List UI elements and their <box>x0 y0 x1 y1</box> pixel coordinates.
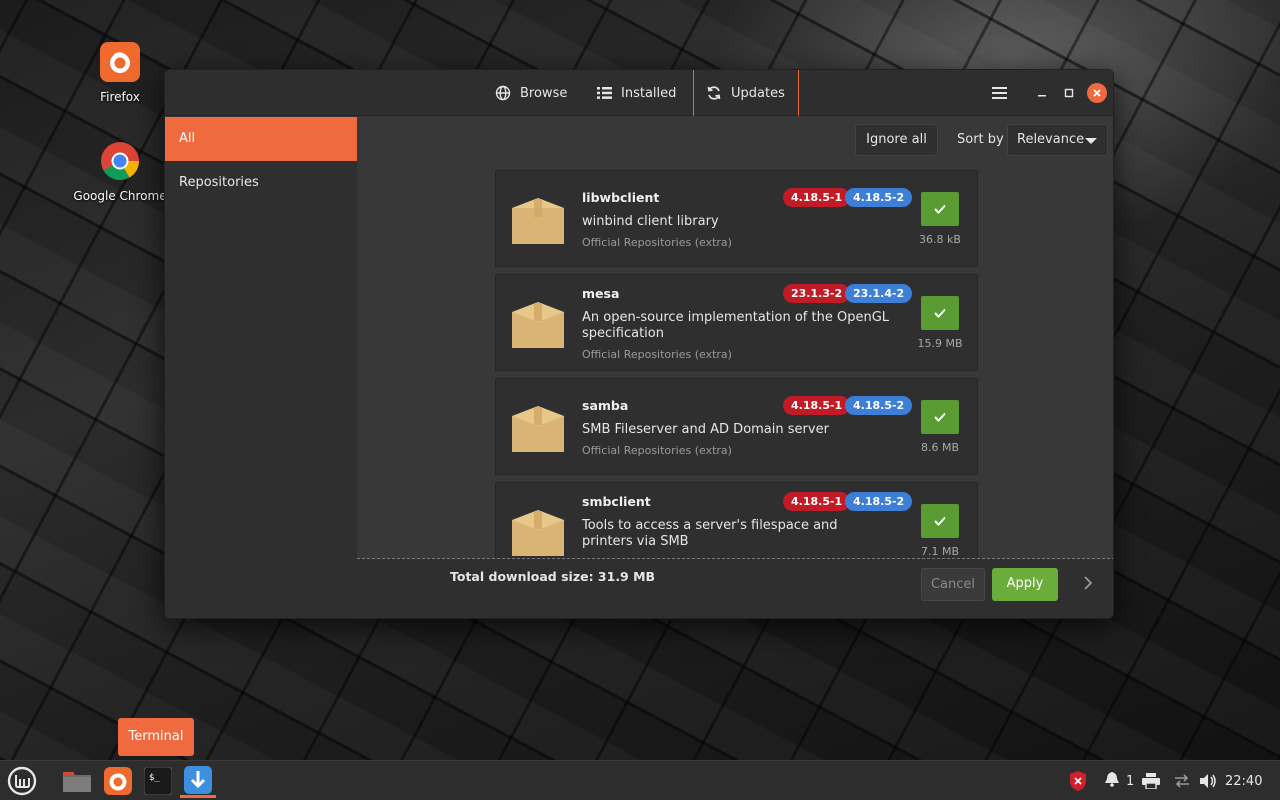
list-item[interactable]: smbclient Tools to access a server's fil… <box>495 482 978 558</box>
apply-button[interactable]: Apply <box>992 568 1058 601</box>
minimize-icon[interactable] <box>1032 83 1052 103</box>
select-checkbox[interactable] <box>921 400 959 434</box>
new-version-badge: 4.18.5-2 <box>845 396 913 415</box>
tab-updates[interactable]: Updates <box>693 70 799 116</box>
package-repo: Official Repositories (extra) <box>582 236 732 249</box>
shield-icon[interactable] <box>1068 761 1088 800</box>
checkmark-icon <box>934 516 946 526</box>
package-repo: Official Repositories (extra) <box>582 444 732 457</box>
select-checkbox[interactable] <box>921 192 959 226</box>
old-version-badge: 4.18.5-1 <box>783 396 851 415</box>
sidebar-item-repositories[interactable]: Repositories <box>165 161 357 205</box>
desktop-firefox[interactable]: Firefox <box>72 42 168 104</box>
list-item[interactable]: libwbclient winbind client library Offic… <box>495 170 978 267</box>
titlebar: Browse Installed Updates <box>165 70 1113 116</box>
select-checkbox[interactable] <box>921 296 959 330</box>
new-version-badge: 23.1.4-2 <box>845 284 913 303</box>
tab-browse-label: Browse <box>520 85 568 101</box>
tab-installed[interactable]: Installed <box>585 70 688 116</box>
close-icon[interactable] <box>1087 83 1107 103</box>
globe-icon <box>495 85 511 101</box>
bell-icon <box>1104 771 1120 791</box>
package-size: 7.1 MB <box>920 545 960 558</box>
tab-updates-label: Updates <box>731 85 785 101</box>
refresh-icon <box>706 85 722 101</box>
package-box-icon <box>512 198 564 244</box>
old-version-badge: 4.18.5-1 <box>783 188 851 207</box>
sort-by-value: Relevance <box>1017 132 1085 147</box>
package-description: SMB Fileserver and AD Domain server <box>582 422 829 437</box>
sort-by-dropdown[interactable]: Relevance <box>1007 124 1108 156</box>
firefox-icon[interactable] <box>100 764 136 798</box>
select-checkbox[interactable] <box>921 504 959 538</box>
package-size: 36.8 kB <box>919 233 961 246</box>
caret-down-icon <box>1085 138 1097 144</box>
folder-icon[interactable] <box>59 764 95 798</box>
taskbar: $_ 1 22:40 <box>0 760 1280 800</box>
total-download-size: Total download size: 31.9 MB <box>450 569 656 584</box>
new-version-badge: 4.18.5-2 <box>845 188 913 207</box>
software-manager-window: Browse Installed Updates All Repositorie… <box>164 69 1114 619</box>
desktop-icon-label: Google Chrome <box>73 189 167 203</box>
checkmark-icon <box>934 412 946 422</box>
package-name: samba <box>582 398 629 413</box>
chrome-icon <box>100 141 140 181</box>
package-size: 15.9 MB <box>917 337 963 350</box>
package-size: 8.6 MB <box>920 441 960 454</box>
checkmark-icon <box>934 308 946 318</box>
package-box-icon <box>512 302 564 348</box>
desktop-chrome[interactable]: Google Chrome <box>72 141 168 203</box>
notifications-tray[interactable]: 1 <box>1104 761 1134 800</box>
printer-icon[interactable] <box>1142 761 1160 800</box>
software-manager-icon[interactable] <box>180 764 216 798</box>
mint-menu-icon[interactable] <box>4 764 40 798</box>
list-item[interactable]: samba SMB Fileserver and AD Domain serve… <box>495 378 978 475</box>
notifications-count: 1 <box>1126 773 1135 789</box>
tab-installed-label: Installed <box>621 85 677 101</box>
sidebar-item-all[interactable]: All <box>165 117 357 161</box>
sort-by-label: Sort by <box>957 132 1004 147</box>
ignore-all-button[interactable]: Ignore all <box>855 124 938 156</box>
svg-text:$_: $_ <box>149 773 160 783</box>
tab-browse[interactable]: Browse <box>483 70 579 116</box>
footer-bar: Total download size: 31.9 MB Cancel Appl… <box>165 559 1113 618</box>
list-icon <box>597 86 612 100</box>
list-item[interactable]: mesa An open-source implementation of th… <box>495 274 978 371</box>
firefox-icon <box>100 42 140 82</box>
package-repo: Official Repositories (extra) <box>582 348 732 361</box>
desktop-icon-label: Firefox <box>100 90 140 104</box>
updates-list: libwbclient winbind client library Offic… <box>495 170 978 558</box>
package-box-icon <box>512 406 564 452</box>
checkmark-icon <box>934 204 946 214</box>
package-description: winbind client library <box>582 214 719 229</box>
hamburger-menu-icon[interactable] <box>989 83 1009 103</box>
terminal-tooltip: Terminal <box>118 718 194 756</box>
package-box-icon <box>512 510 564 556</box>
package-name: mesa <box>582 286 620 301</box>
package-name: smbclient <box>582 494 651 509</box>
terminal-icon[interactable]: $_ <box>140 764 176 798</box>
new-version-badge: 4.18.5-2 <box>845 492 913 511</box>
chevron-right-icon[interactable] <box>1083 575 1093 595</box>
network-icon[interactable] <box>1173 761 1191 800</box>
sidebar: All Repositories <box>165 117 357 559</box>
clock[interactable]: 22:40 <box>1225 761 1262 800</box>
package-name: libwbclient <box>582 190 660 205</box>
maximize-icon[interactable] <box>1059 83 1079 103</box>
package-description: An open-source implementation of the Ope… <box>582 310 890 341</box>
old-version-badge: 23.1.3-2 <box>783 284 851 303</box>
cancel-button[interactable]: Cancel <box>921 568 985 601</box>
old-version-badge: 4.18.5-1 <box>783 492 851 511</box>
volume-icon[interactable] <box>1199 761 1217 800</box>
package-description: Tools to access a server's filespace and… <box>582 518 838 549</box>
